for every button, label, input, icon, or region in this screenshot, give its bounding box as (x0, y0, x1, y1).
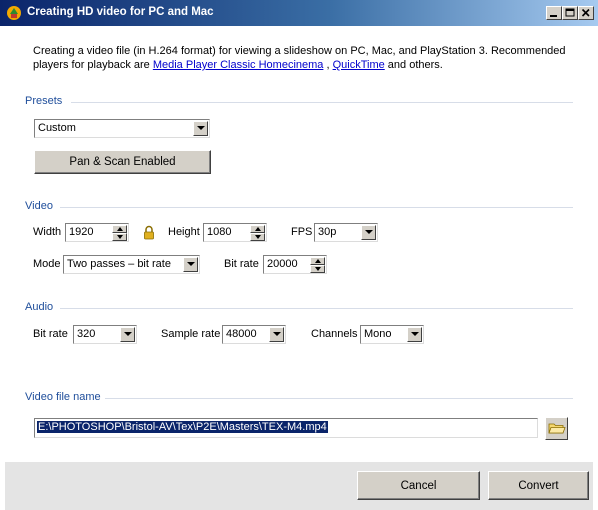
mode-dropdown[interactable]: Two passes – bit rate (63, 255, 200, 274)
video-bitrate-label: Bit rate (224, 258, 259, 270)
sample-rate-label: Sample rate (161, 328, 221, 340)
chevron-down-icon (361, 225, 376, 240)
fps-label: FPS (291, 226, 313, 238)
folder-icon (548, 423, 566, 434)
audio-section-label: Audio (25, 301, 54, 313)
height-label: Height (168, 226, 200, 238)
spin-down-icon[interactable] (112, 233, 127, 241)
channels-dropdown[interactable]: Mono (360, 325, 424, 344)
window-title: Creating HD video for PC and Mac (27, 6, 214, 18)
convert-button[interactable]: Convert (488, 471, 589, 500)
file-path-input[interactable]: E:\PHOTOSHOP\Bristol-AV\Tex\P2E\Masters\… (34, 418, 538, 438)
title-bar: Creating HD video for PC and Mac (0, 0, 598, 26)
spin-down-icon[interactable] (250, 233, 265, 241)
chevron-down-icon (269, 327, 284, 342)
audio-bitrate-dropdown[interactable]: 320 (73, 325, 137, 344)
video-divider (60, 207, 573, 208)
quicktime-link[interactable]: QuickTime (333, 59, 385, 71)
maximize-button[interactable] (562, 6, 578, 20)
lock-icon[interactable] (143, 225, 155, 243)
dialog-footer: Cancel Convert (5, 462, 593, 510)
audio-bitrate-label: Bit rate (33, 328, 68, 340)
spin-up-icon[interactable] (250, 225, 265, 233)
spin-up-icon[interactable] (310, 257, 325, 265)
presets-section-label: Presets (25, 95, 63, 107)
cancel-button[interactable]: Cancel (357, 471, 480, 500)
video-bitrate-stepper[interactable]: 20000 (263, 255, 327, 274)
video-section-label: Video (25, 200, 53, 212)
fps-dropdown[interactable]: 30p (314, 223, 378, 242)
sample-rate-dropdown[interactable]: 48000 (222, 325, 286, 344)
spin-up-icon[interactable] (112, 225, 127, 233)
chevron-down-icon (183, 257, 198, 272)
mpc-hc-link[interactable]: Media Player Classic Homecinema (153, 59, 324, 71)
chevron-down-icon (193, 121, 208, 136)
file-name-section-label: Video file name (25, 391, 101, 403)
app-icon (6, 5, 22, 21)
width-label: Width (33, 226, 62, 238)
audio-divider (60, 308, 573, 309)
mode-label: Mode (33, 258, 61, 270)
pan-scan-button[interactable]: Pan & Scan Enabled (34, 150, 211, 174)
browse-button[interactable] (545, 417, 568, 440)
chevron-down-icon (120, 327, 135, 342)
height-stepper[interactable]: 1080 (203, 223, 267, 242)
channels-label: Channels (311, 328, 358, 340)
file-name-divider (105, 398, 573, 399)
presets-dropdown[interactable]: Custom (34, 119, 210, 138)
chevron-down-icon (407, 327, 422, 342)
close-button[interactable] (578, 6, 594, 20)
minimize-button[interactable] (546, 6, 562, 20)
dialog-content: Creating a video file (in H.264 format) … (5, 26, 593, 462)
presets-divider (71, 102, 573, 103)
spin-down-icon[interactable] (310, 265, 325, 273)
width-stepper[interactable]: 1920 (65, 223, 129, 242)
description-text: Creating a video file (in H.264 format) … (33, 45, 566, 71)
